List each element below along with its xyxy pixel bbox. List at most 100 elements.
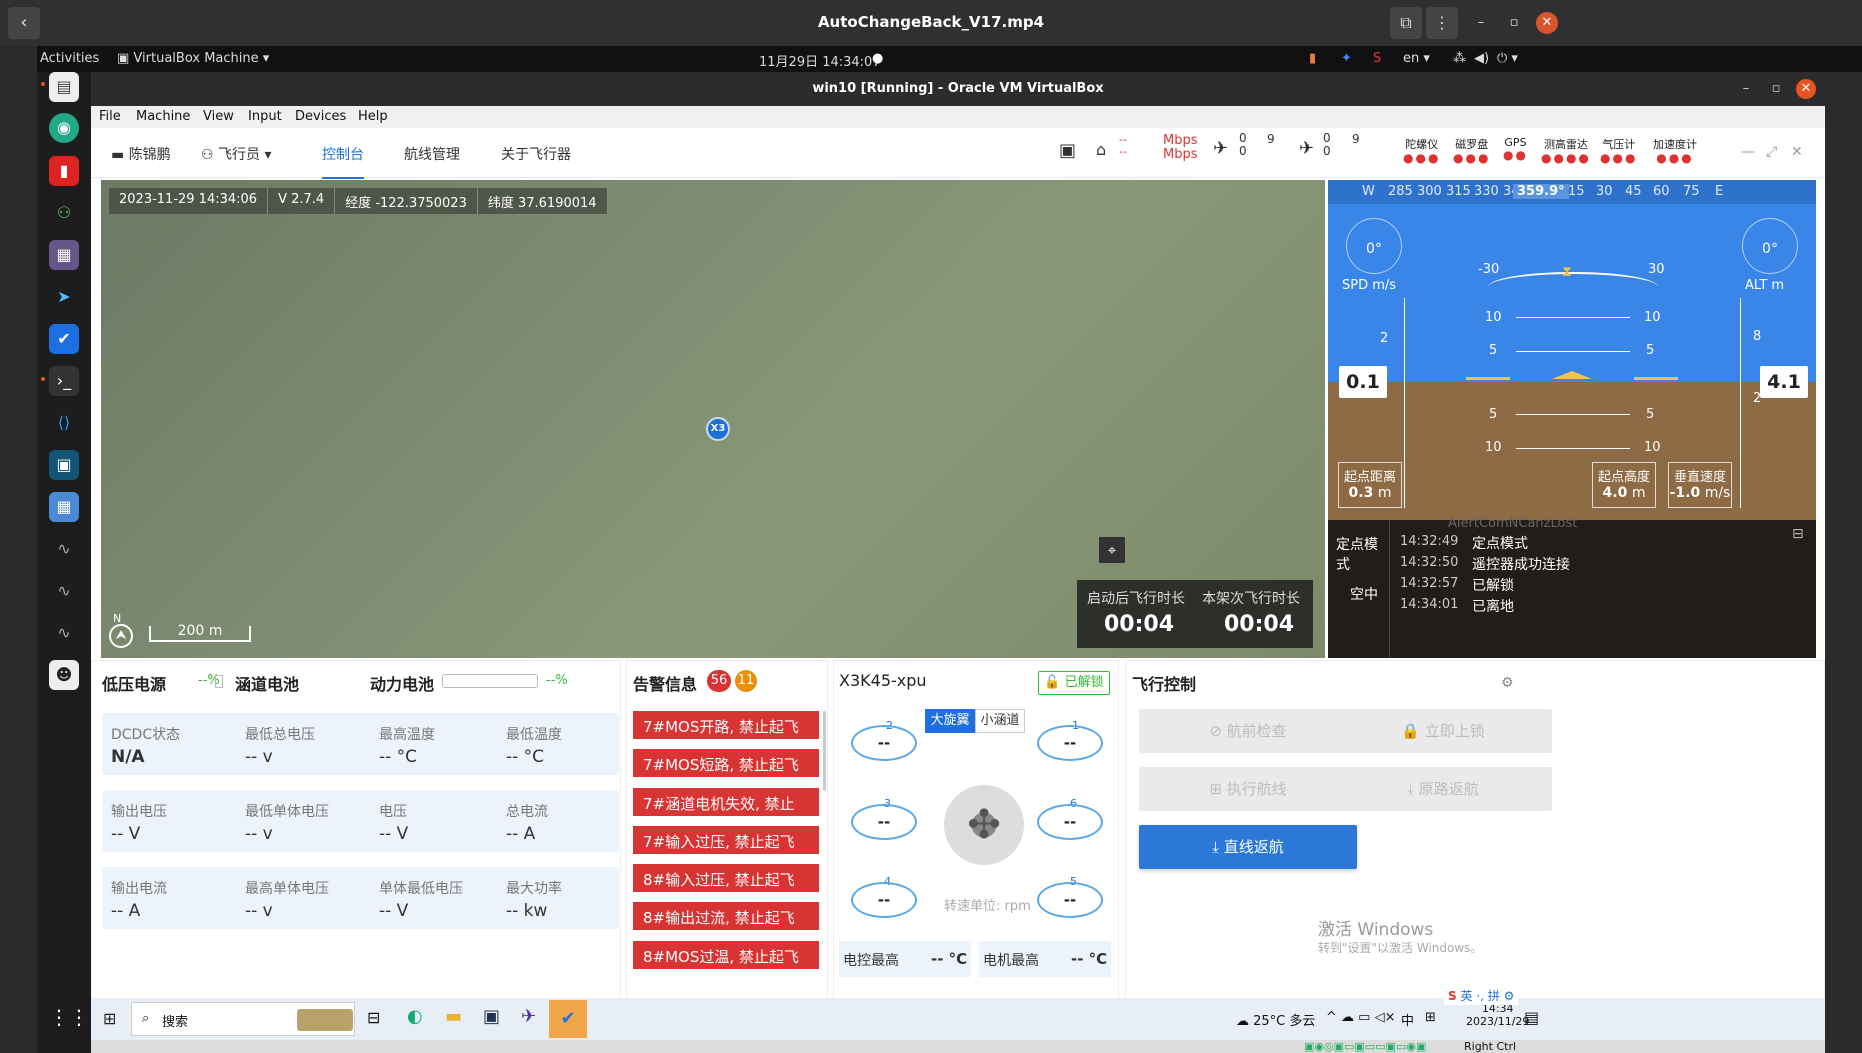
map-datetime: 2023-11-29 14:34:06: [109, 188, 269, 214]
heading-tick: W: [1362, 184, 1375, 199]
alarm-scrollbar[interactable]: [823, 711, 826, 791]
menu-view[interactable]: View: [203, 109, 234, 124]
power-icon[interactable]: ⏻ ▾: [1497, 51, 1518, 66]
motor-gauge: --: [1037, 725, 1103, 761]
preflight-check-button[interactable]: ⊘ 航前检查: [1139, 709, 1357, 753]
maximize-button[interactable]: ▫: [1503, 12, 1525, 34]
app-icon[interactable]: ⚇: [49, 198, 79, 228]
monitor-icon[interactable]: ∿: [49, 534, 79, 564]
alarm-item[interactable]: 8#输出过流, 禁止起飞: [633, 902, 819, 930]
virtualbox-icon[interactable]: ▣: [49, 450, 79, 480]
alarm-item[interactable]: 7#涵道电机失效, 禁止起飞: [633, 788, 819, 834]
lock-now-button[interactable]: 🔒 立即上锁: [1334, 709, 1552, 753]
tab-main-rotor[interactable]: 大旋翼: [925, 709, 975, 733]
pitch-line: [1516, 317, 1630, 318]
terminal-icon[interactable]: ›_: [49, 366, 79, 396]
menu-devices[interactable]: Devices: [295, 109, 346, 124]
chrome-icon[interactable]: ◉: [49, 113, 79, 143]
low-power-bar: [215, 675, 223, 688]
monitor-icon[interactable]: ∿: [49, 576, 79, 606]
duct-battery-title: 涵道电池: [235, 675, 300, 694]
monitor-icon[interactable]: ∿: [49, 618, 79, 648]
menu-input[interactable]: Input: [248, 109, 282, 124]
role-menu[interactable]: ⚇ 飞行员 ▾: [201, 144, 272, 164]
app-icon[interactable]: ✈: [521, 1006, 536, 1027]
remote-icon[interactable]: ➤: [49, 282, 79, 312]
close-button[interactable]: ✕: [1536, 12, 1558, 34]
speed-readout: 0.1: [1339, 366, 1387, 398]
apps-grid-icon[interactable]: ⋮⋮⋮: [49, 1002, 109, 1032]
pip-button[interactable]: ⧉: [1390, 7, 1422, 39]
activities-button[interactable]: Activities: [40, 51, 99, 66]
explorer-icon[interactable]: ▬: [445, 1006, 462, 1027]
mode-column: 定点模式 空中: [1328, 520, 1390, 658]
user-menu[interactable]: ▬ 陈锦鹏: [111, 144, 171, 164]
alarm-count-orange: 11: [735, 670, 757, 692]
files-icon[interactable]: ▤: [49, 72, 79, 102]
vscode-icon[interactable]: ⟨⟩: [49, 408, 79, 438]
start-icon[interactable]: ⊞: [103, 1009, 116, 1028]
minimize-button[interactable]: –: [1736, 79, 1756, 99]
map-view[interactable]: 2023-11-29 14:34:06 V 2.7.4 经度 -122.3750…: [101, 180, 1325, 658]
volume-icon[interactable]: ◀): [1474, 51, 1489, 66]
menu-file[interactable]: File: [99, 109, 121, 124]
host-key-label: Right Ctrl: [1464, 1040, 1517, 1053]
execute-route-button[interactable]: ⊞ 执行航线: [1139, 767, 1357, 811]
sat1-count: 9: [1267, 132, 1275, 146]
minimize-button[interactable]: –: [1470, 12, 1492, 34]
app-icon[interactable]: ▣: [483, 1006, 500, 1027]
lang-menu[interactable]: en ▾: [1403, 51, 1430, 66]
robot-icon[interactable]: ☻: [49, 660, 79, 690]
app-menu[interactable]: ▣ VirtualBox Machine ▾: [117, 51, 269, 66]
log-expand-icon[interactable]: ⊟: [1792, 526, 1804, 542]
alarm-item[interactable]: 7#MOS短路, 禁止起飞: [633, 749, 819, 777]
settings-icon[interactable]: ⚙: [1501, 675, 1514, 691]
notification-icon[interactable]: ▤: [1524, 1008, 1539, 1027]
tray-icons[interactable]: ^ ☁ ▭ ◁×: [1326, 1010, 1395, 1025]
direct-return-button[interactable]: ⤓ 直线返航: [1139, 825, 1357, 869]
remote-controller-icon: ▣: [1059, 140, 1077, 161]
locate-icon[interactable]: ⌖: [1099, 537, 1125, 563]
maximize-button[interactable]: ▫: [1766, 79, 1786, 99]
compass-icon[interactable]: ⮝: [109, 624, 133, 648]
keyboard-icon[interactable]: ⊞: [1425, 1010, 1436, 1025]
minimize-button[interactable]: —: [1741, 144, 1755, 160]
pitch-label: 10: [1644, 310, 1661, 325]
task-view-icon[interactable]: ⊟: [367, 1008, 380, 1027]
taskbar-search[interactable]: ⌕ 搜索: [131, 1002, 355, 1036]
alarm-item[interactable]: 8#MOS过温, 禁止起飞: [633, 941, 819, 969]
menu-button[interactable]: ⋮: [1426, 7, 1458, 39]
pitch-label: 5: [1489, 343, 1498, 358]
expand-button[interactable]: ⤢: [1766, 144, 1777, 160]
edge-icon[interactable]: ◐: [407, 1006, 423, 1027]
weather-widget[interactable]: ☁ 25°C 多云: [1236, 1010, 1315, 1029]
tab-console[interactable]: 控制台: [322, 144, 364, 179]
aircraft-symbol: [1466, 371, 1678, 385]
ime-indicator[interactable]: 中: [1401, 1010, 1414, 1029]
alarm-item[interactable]: 7#MOS开路, 禁止起飞: [633, 711, 819, 739]
close-button[interactable]: ✕: [1791, 144, 1803, 160]
drone-app-taskbar-icon[interactable]: ✔: [549, 1000, 587, 1038]
network-icon[interactable]: ⁂: [1453, 51, 1466, 66]
gnome-clock[interactable]: 11月29日 14:34:07: [759, 51, 881, 70]
sogou-ime-bar[interactable]: S 英 ·, 拼 ⚙: [1444, 986, 1519, 1005]
tab-aircraft-info[interactable]: 关于飞行器: [501, 144, 571, 164]
close-button[interactable]: ✕: [1796, 79, 1816, 99]
return-path-button[interactable]: ⤓ 原路返航: [1334, 767, 1552, 811]
alarm-item[interactable]: 7#输入过压, 禁止起飞: [633, 826, 819, 854]
drone-app-icon[interactable]: ✔: [49, 324, 79, 354]
wps-icon[interactable]: ▮: [49, 156, 79, 186]
menu-help[interactable]: Help: [358, 109, 388, 124]
tab-ducted-fan[interactable]: 小涵道: [975, 709, 1025, 733]
map-info-bar: 2023-11-29 14:34:06 V 2.7.4 经度 -122.3750…: [109, 188, 608, 214]
menu-machine[interactable]: Machine: [136, 109, 190, 124]
alarm-item[interactable]: 8#输入过压, 禁止起飞: [633, 864, 819, 892]
drone-marker[interactable]: X3: [706, 417, 730, 441]
taskbar-clock[interactable]: 14:34 2023/11/29: [1466, 1002, 1529, 1028]
roll-pointer: ⧗: [1562, 264, 1572, 280]
video-icon[interactable]: ▦: [49, 240, 79, 270]
alarm-panel: 告警信息 56 11 7#MOS开路, 禁止起飞 7#MOS短路, 禁止起飞 7…: [626, 660, 828, 1036]
timer2-label: 本架次飞行时长: [1202, 591, 1300, 607]
tab-route-management[interactable]: 航线管理: [404, 144, 460, 164]
win10-vm-icon[interactable]: ▦: [49, 492, 79, 522]
